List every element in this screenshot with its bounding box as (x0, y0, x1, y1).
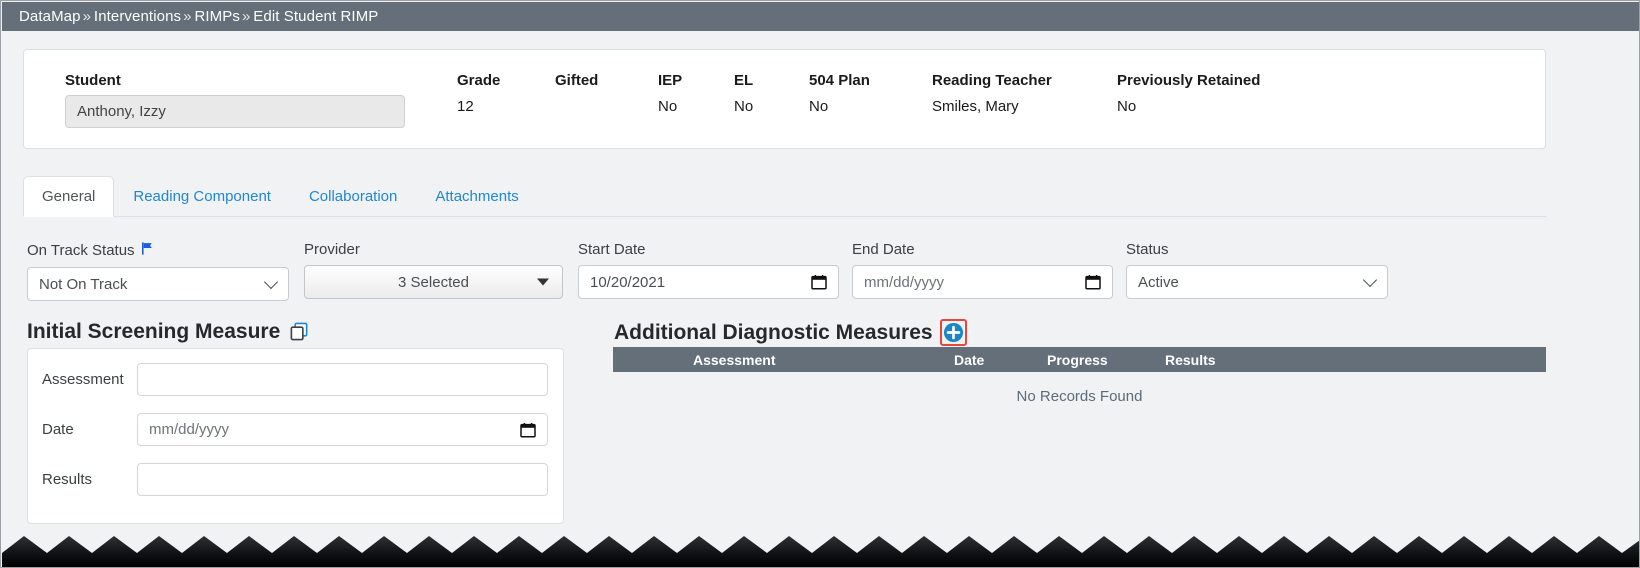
el-value: No (734, 98, 754, 115)
provider-multiselect[interactable]: 3 Selected (304, 265, 563, 299)
calendar-icon[interactable] (1085, 274, 1101, 290)
field-start-date: Start Date 10/20/2021 (578, 241, 839, 299)
ism-results-input[interactable] (137, 463, 548, 496)
student-field-grade: Grade 12 (457, 72, 500, 116)
tab-attachments[interactable]: Attachments (416, 176, 537, 217)
flag-icon (140, 241, 155, 261)
ism-assessment-label: Assessment (42, 370, 124, 388)
additional-diagnostic-measures-heading: Additional Diagnostic Measures (614, 319, 967, 346)
status-value: Active (1138, 273, 1179, 291)
column-header-date[interactable]: Date (954, 352, 984, 368)
student-field-iep: IEP No (658, 72, 682, 116)
initial-screening-measure-panel: Assessment Date mm/dd/yyyy Results (27, 348, 564, 524)
reading-teacher-label: Reading Teacher (932, 72, 1052, 89)
breadcrumb-separator: » (82, 8, 91, 25)
on-track-status-label: On Track Status (27, 241, 289, 261)
plan-504-value: No (809, 98, 829, 115)
calendar-icon[interactable] (811, 274, 827, 290)
provider-label: Provider (304, 241, 360, 258)
initial-screening-measure-heading: Initial Screening Measure (27, 319, 310, 344)
ism-row-results: Results (42, 463, 548, 496)
initial-screening-measure-title: Initial Screening Measure (27, 320, 281, 343)
ism-date-placeholder: mm/dd/yyyy (149, 421, 230, 438)
plan-504-label: 504 Plan (809, 72, 870, 89)
status-label: Status (1126, 241, 1169, 258)
student-field-el: EL No (734, 72, 753, 116)
form-row: On Track Status Not On Track Provider 3 … (1, 241, 1639, 303)
ism-row-date: Date mm/dd/yyyy (42, 413, 548, 446)
on-track-status-value: Not On Track (39, 275, 128, 293)
field-provider: Provider 3 Selected (304, 241, 563, 299)
ism-date-input[interactable]: mm/dd/yyyy (137, 413, 548, 446)
calendar-icon[interactable] (520, 422, 536, 438)
breadcrumb-item-interventions[interactable]: Interventions (94, 8, 181, 25)
student-name-value: Anthony, Izzy (77, 103, 166, 120)
breadcrumb: DataMap » Interventions » RIMPs » Edit S… (2, 2, 1639, 31)
additional-diagnostic-measures-table-header: Assessment Date Progress Results (613, 347, 1546, 372)
breadcrumb-separator: » (241, 8, 251, 25)
torn-edge-graphic (2, 536, 1639, 567)
previously-retained-label: Previously Retained (1117, 72, 1261, 89)
ism-assessment-input[interactable] (137, 363, 548, 396)
on-track-status-select[interactable]: Not On Track (27, 267, 289, 301)
start-date-label: Start Date (578, 241, 646, 258)
student-field-reading-teacher: Reading Teacher Smiles, Mary (932, 72, 1052, 116)
breadcrumb-item-datamap[interactable]: DataMap (19, 8, 81, 25)
student-field-gifted: Gifted (555, 72, 598, 98)
chevron-down-icon (263, 274, 279, 290)
breadcrumb-item-rimps[interactable]: RIMPs (194, 8, 240, 25)
iep-value: No (658, 98, 678, 115)
iep-label: IEP (658, 72, 683, 89)
app-window: DataMap » Interventions » RIMPs » Edit S… (0, 0, 1640, 568)
tab-collaboration-label: Collaboration (308, 188, 398, 205)
add-measure-highlight (939, 319, 967, 346)
additional-diagnostic-measures-title: Additional Diagnostic Measures (614, 321, 933, 344)
student-field-student: Student Anthony, Izzy (65, 72, 405, 128)
el-label: EL (734, 72, 754, 89)
field-status: Status Active (1126, 241, 1388, 299)
student-field-previously-retained: Previously Retained No (1117, 72, 1260, 116)
caret-down-icon (537, 278, 549, 286)
field-on-track-status: On Track Status Not On Track (27, 241, 289, 301)
reading-teacher-value: Smiles, Mary (932, 98, 1019, 115)
ism-row-assessment: Assessment (42, 363, 548, 396)
chevron-down-icon (1362, 272, 1378, 288)
student-info-card: Student Anthony, Izzy Grade 12 Gifted IE… (23, 49, 1546, 149)
tab-general-label: General (42, 188, 96, 205)
end-date-placeholder: mm/dd/yyyy (864, 273, 945, 291)
column-header-results[interactable]: Results (1165, 352, 1216, 368)
tab-bar: General Reading Component Collaboration … (23, 173, 1546, 217)
breadcrumb-item-edit-student-rimp: Edit Student RIMP (253, 8, 379, 25)
tab-reading-component-label: Reading Component (133, 188, 271, 205)
ism-results-label: Results (42, 470, 93, 488)
torn-page-edge (2, 531, 1639, 567)
start-date-input[interactable]: 10/20/2021 (578, 265, 839, 299)
column-header-progress[interactable]: Progress (1047, 352, 1108, 368)
provider-value: 3 Selected (398, 273, 469, 291)
student-label: Student (65, 72, 121, 89)
student-name-input[interactable]: Anthony, Izzy (65, 95, 405, 128)
grade-label: Grade (457, 72, 501, 89)
ism-date-label: Date (42, 420, 74, 438)
grade-value: 12 (457, 98, 474, 115)
end-date-input[interactable]: mm/dd/yyyy (852, 265, 1113, 299)
end-date-label: End Date (852, 241, 915, 258)
gifted-label: Gifted (555, 72, 599, 89)
status-select[interactable]: Active (1126, 265, 1388, 299)
plus-circle-icon[interactable] (943, 322, 964, 343)
column-header-assessment[interactable]: Assessment (693, 352, 776, 368)
breadcrumb-separator: » (183, 8, 192, 25)
tab-collaboration[interactable]: Collaboration (290, 176, 416, 217)
tab-general[interactable]: General (23, 176, 115, 217)
start-date-value: 10/20/2021 (590, 273, 666, 291)
tab-reading-component[interactable]: Reading Component (114, 176, 290, 217)
field-end-date: End Date mm/dd/yyyy (852, 241, 1113, 299)
tab-attachments-label: Attachments (435, 188, 519, 205)
no-records-found-message: No Records Found (1016, 388, 1143, 405)
student-field-504-plan: 504 Plan No (809, 72, 870, 116)
previously-retained-value: No (1117, 98, 1137, 115)
copy-icon[interactable] (289, 321, 310, 342)
